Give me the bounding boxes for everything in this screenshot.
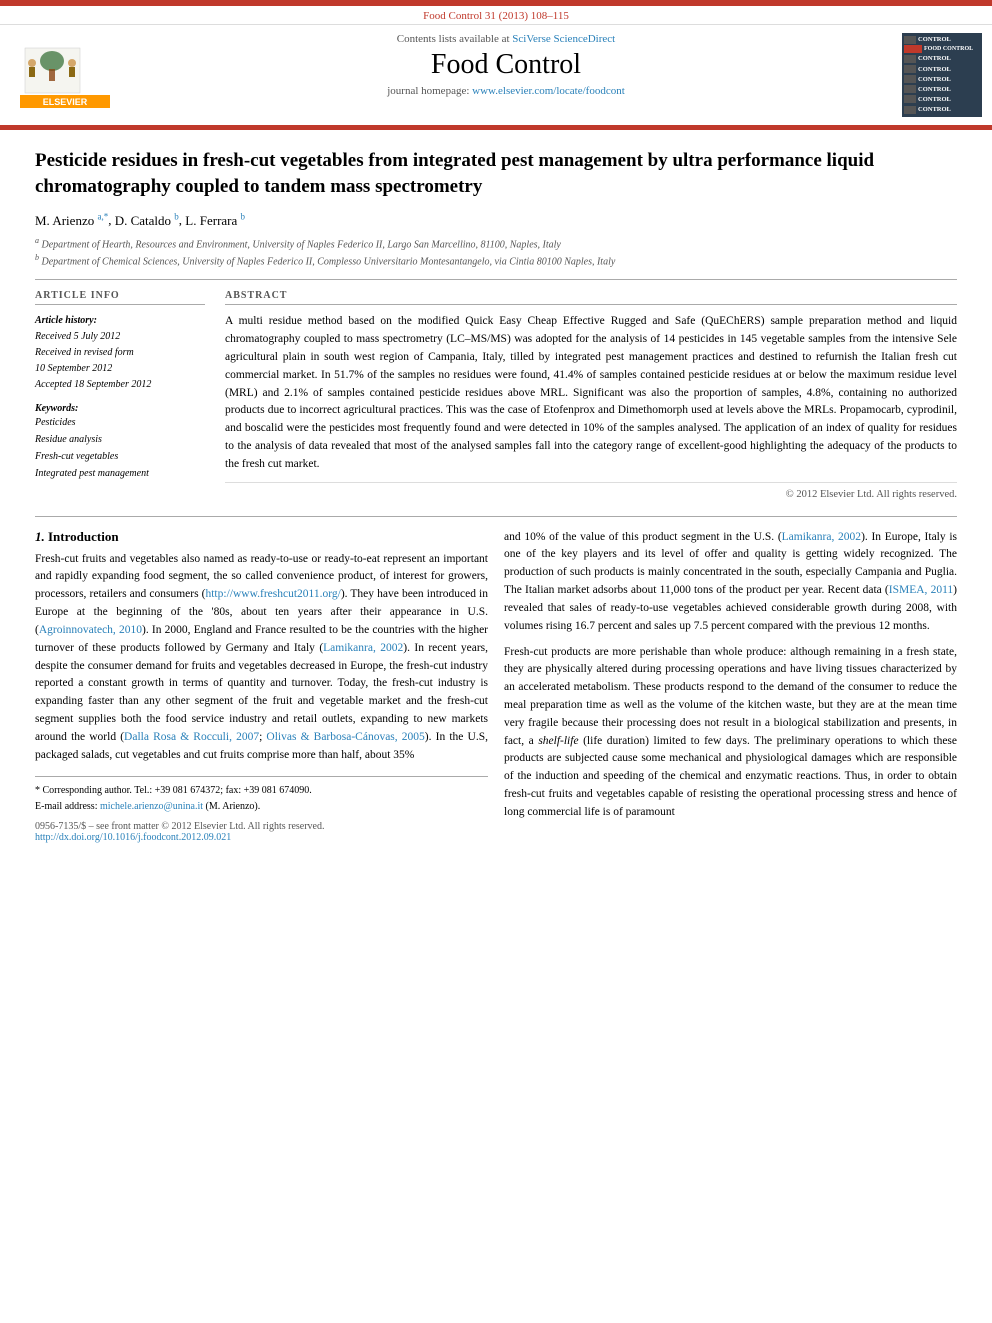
author-2-sup: b <box>174 211 179 221</box>
body-col-right: and 10% of the value of this product seg… <box>504 529 957 844</box>
footnote-area: * Corresponding author. Tel.: +39 081 67… <box>35 776 488 815</box>
issn-text: 0956-7135/$ – see front matter © 2012 El… <box>35 821 488 832</box>
abstract-text: A multi residue method based on the modi… <box>225 313 957 473</box>
lamikanra-ref-1: Lamikanra, 2002 <box>323 642 403 654</box>
email-link[interactable]: michele.arienzo@unina.it <box>100 801 203 812</box>
received-revised: Received in revised form10 September 201… <box>35 345 205 377</box>
ismea-ref: ISMEA, 2011 <box>889 584 953 596</box>
abstract-label: ABSTRACT <box>225 290 957 305</box>
affiliation-b: b Department of Chemical Sciences, Unive… <box>35 252 957 269</box>
homepage-link[interactable]: www.elsevier.com/locate/foodcont <box>472 85 625 97</box>
control-row-7: CONTROL <box>904 95 980 104</box>
accepted-date: Accepted 18 September 2012 <box>35 377 205 393</box>
control-row-6: CONTROL <box>904 85 980 94</box>
article-info-col: ARTICLE INFO Article history: Received 5… <box>35 290 205 499</box>
keywords-label: Keywords: <box>35 403 205 414</box>
control-row-5: CONTROL <box>904 75 980 84</box>
author-3-sup: b <box>241 211 246 221</box>
header-right: CONTROL FOOD CONTROL CONTROL CONTROL CON… <box>892 33 982 117</box>
body-two-col: 1. Introduction Fresh-cut fruits and veg… <box>35 516 957 844</box>
abstract-col: ABSTRACT A multi residue method based on… <box>225 290 957 499</box>
footnote-email: E-mail address: michele.arienzo@unina.it… <box>35 799 488 815</box>
page-wrapper: Food Control 31 (2013) 108–115 ELSEVIER <box>0 0 992 1323</box>
article-title: Pesticide residues in fresh-cut vegetabl… <box>35 148 957 199</box>
author-3: L. Ferrara b <box>185 213 245 228</box>
received-date: Received 5 July 2012 <box>35 329 205 345</box>
agroinnovatech-ref: Agroinnovatech, 2010 <box>39 624 142 636</box>
control-pattern-box: CONTROL FOOD CONTROL CONTROL CONTROL CON… <box>902 33 982 117</box>
keyword-2: Residue analysis <box>35 431 205 448</box>
article-meta-section: ARTICLE INFO Article history: Received 5… <box>35 279 957 499</box>
right-para-1: and 10% of the value of this product seg… <box>504 529 957 636</box>
keywords-list: Pesticides Residue analysis Fresh-cut ve… <box>35 414 205 482</box>
article-history: Article history: Received 5 July 2012 Re… <box>35 313 205 393</box>
freshcut-link[interactable]: http://www.freshcut2011.org/ <box>205 588 340 600</box>
keyword-3: Fresh-cut vegetables <box>35 448 205 465</box>
keyword-4: Integrated pest management <box>35 465 205 482</box>
author-1-sup: a,* <box>97 211 108 221</box>
body-col-left: 1. Introduction Fresh-cut fruits and veg… <box>35 529 488 844</box>
dallarosa-ref: Dalla Rosa & Rocculi, 2007 <box>124 731 259 743</box>
header-area: ELSEVIER Contents lists available at Sci… <box>0 25 992 127</box>
olivas-ref: Olivas & Barbosa-Cánovas, 2005 <box>266 731 424 743</box>
copyright-line: © 2012 Elsevier Ltd. All rights reserved… <box>225 482 957 500</box>
lamikanra-ref-2: Lamikanra, 2002 <box>782 531 861 543</box>
control-row-1: CONTROL <box>904 35 980 44</box>
journal-info-bar: Food Control 31 (2013) 108–115 <box>0 6 992 25</box>
keywords-section: Keywords: Pesticides Residue analysis Fr… <box>35 403 205 482</box>
elsevier-logo-area: ELSEVIER <box>10 33 120 117</box>
article-info-label: ARTICLE INFO <box>35 290 205 305</box>
affiliations: a Department of Hearth, Resources and En… <box>35 235 957 270</box>
keyword-1: Pesticides <box>35 414 205 431</box>
control-row-8: CONTROL <box>904 105 980 114</box>
journal-title: Food Control <box>130 49 882 81</box>
author-1: M. Arienzo a,* <box>35 213 108 228</box>
elsevier-logo-svg: ELSEVIER <box>20 43 110 108</box>
journal-citation: Food Control 31 (2013) 108–115 <box>423 10 569 22</box>
contents-line: Contents lists available at SciVerse Sci… <box>130 33 882 45</box>
footnote-corresponding: * Corresponding author. Tel.: +39 081 67… <box>35 783 488 799</box>
homepage-line: journal homepage: www.elsevier.com/locat… <box>130 85 882 97</box>
control-row-4: CONTROL <box>904 65 980 74</box>
header-center: Contents lists available at SciVerse Sci… <box>120 33 892 117</box>
svg-text:ELSEVIER: ELSEVIER <box>43 97 88 107</box>
control-row-3: CONTROL <box>904 54 980 63</box>
sciverse-link[interactable]: SciVerse ScienceDirect <box>512 33 615 45</box>
author-2: D. Cataldo b <box>115 213 179 228</box>
right-para-2: Fresh-cut products are more perishable t… <box>504 644 957 822</box>
doi-link[interactable]: http://dx.doi.org/10.1016/j.foodcont.201… <box>35 832 231 843</box>
issn-line: 0956-7135/$ – see front matter © 2012 El… <box>35 821 488 843</box>
affiliation-a: a Department of Hearth, Resources and En… <box>35 235 957 252</box>
authors-line: M. Arienzo a,*, D. Cataldo b, L. Ferrara… <box>35 211 957 228</box>
control-row-2: FOOD CONTROL <box>904 45 980 53</box>
intro-paragraph-1: Fresh-cut fruits and vegetables also nam… <box>35 551 488 765</box>
article-content: Pesticide residues in fresh-cut vegetabl… <box>0 130 992 853</box>
doi-link-line: http://dx.doi.org/10.1016/j.foodcont.201… <box>35 832 488 843</box>
history-label: Article history: <box>35 313 205 329</box>
section-1-heading: 1. Introduction <box>35 529 488 545</box>
